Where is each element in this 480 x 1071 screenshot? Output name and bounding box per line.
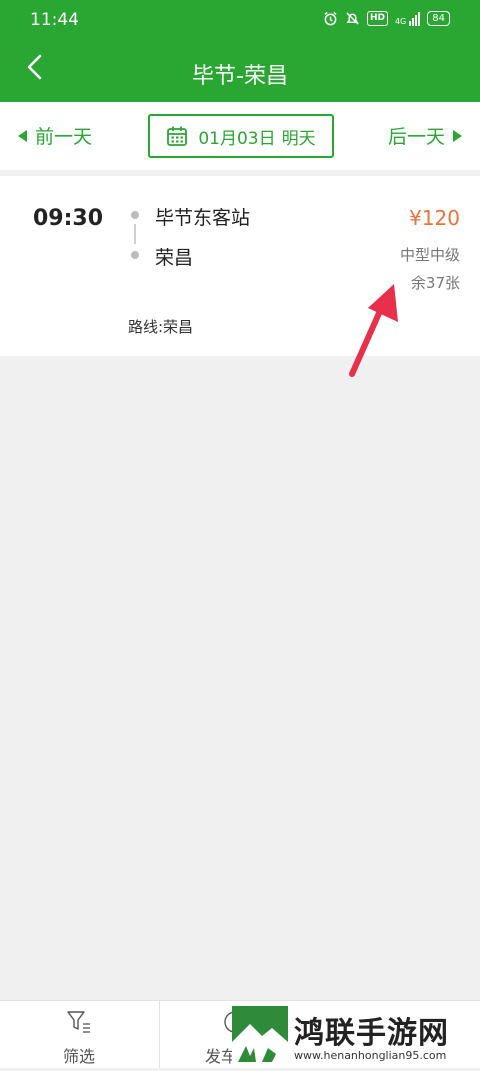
route-connector [134,224,136,244]
hd-icon: HD [366,11,388,26]
filter-label: 筛选 [62,1047,95,1066]
prev-day-button[interactable]: 前一天 [18,122,92,149]
seats-remaining: 余37张 [410,274,460,292]
origin-station: 毕节东客站 [155,207,251,229]
destination-dot [131,251,139,259]
alarm-icon [324,11,337,26]
watermark-text: 鸿联手游网 [294,1016,449,1051]
next-day-button[interactable]: 后一天 [388,122,462,149]
page-title: 毕节-荣昌 [192,64,288,89]
app-header: 11:44 HD 4G 84 毕节-荣昌 [0,0,480,102]
date-value: 01月03日 [198,128,276,149]
date-bar: 前一天 01月03日 明天 后一天 [0,102,480,170]
triangle-right-icon [453,129,462,142]
bus-type: 中型中级 [399,246,460,264]
departure-time: 09:30 [33,206,104,231]
status-time: 11:44 [30,10,79,30]
destination-station: 荣昌 [155,247,194,269]
watermark-url: www.henanhonglian95.com [294,1049,447,1062]
mute-icon [346,12,359,25]
calendar-icon [167,126,188,146]
annotation-arrow [349,284,398,377]
day-label: 明天 [281,128,316,149]
signal-4g-icon: 4G [395,11,421,26]
status-bar: 11:44 HD 4G 84 [0,0,480,40]
filter-tab[interactable]: 筛选 [0,1001,158,1068]
next-day-label: 后一天 [387,126,445,148]
watermark: 鸿联手游网 www.henanhonglian95.com [232,1006,480,1067]
battery-icon: 84 [427,11,450,26]
date-picker-button[interactable]: 01月03日 明天 [148,114,334,158]
filter-icon [67,1011,90,1033]
watermark-logo [232,1006,288,1067]
route-info: 路线:荣昌 [128,318,194,336]
status-icons: HD 4G 84 [323,11,450,26]
triangle-left-icon [18,129,27,142]
ticket-price: ¥120 [409,206,460,230]
origin-dot [131,211,139,219]
prev-day-label: 前一天 [35,126,93,148]
